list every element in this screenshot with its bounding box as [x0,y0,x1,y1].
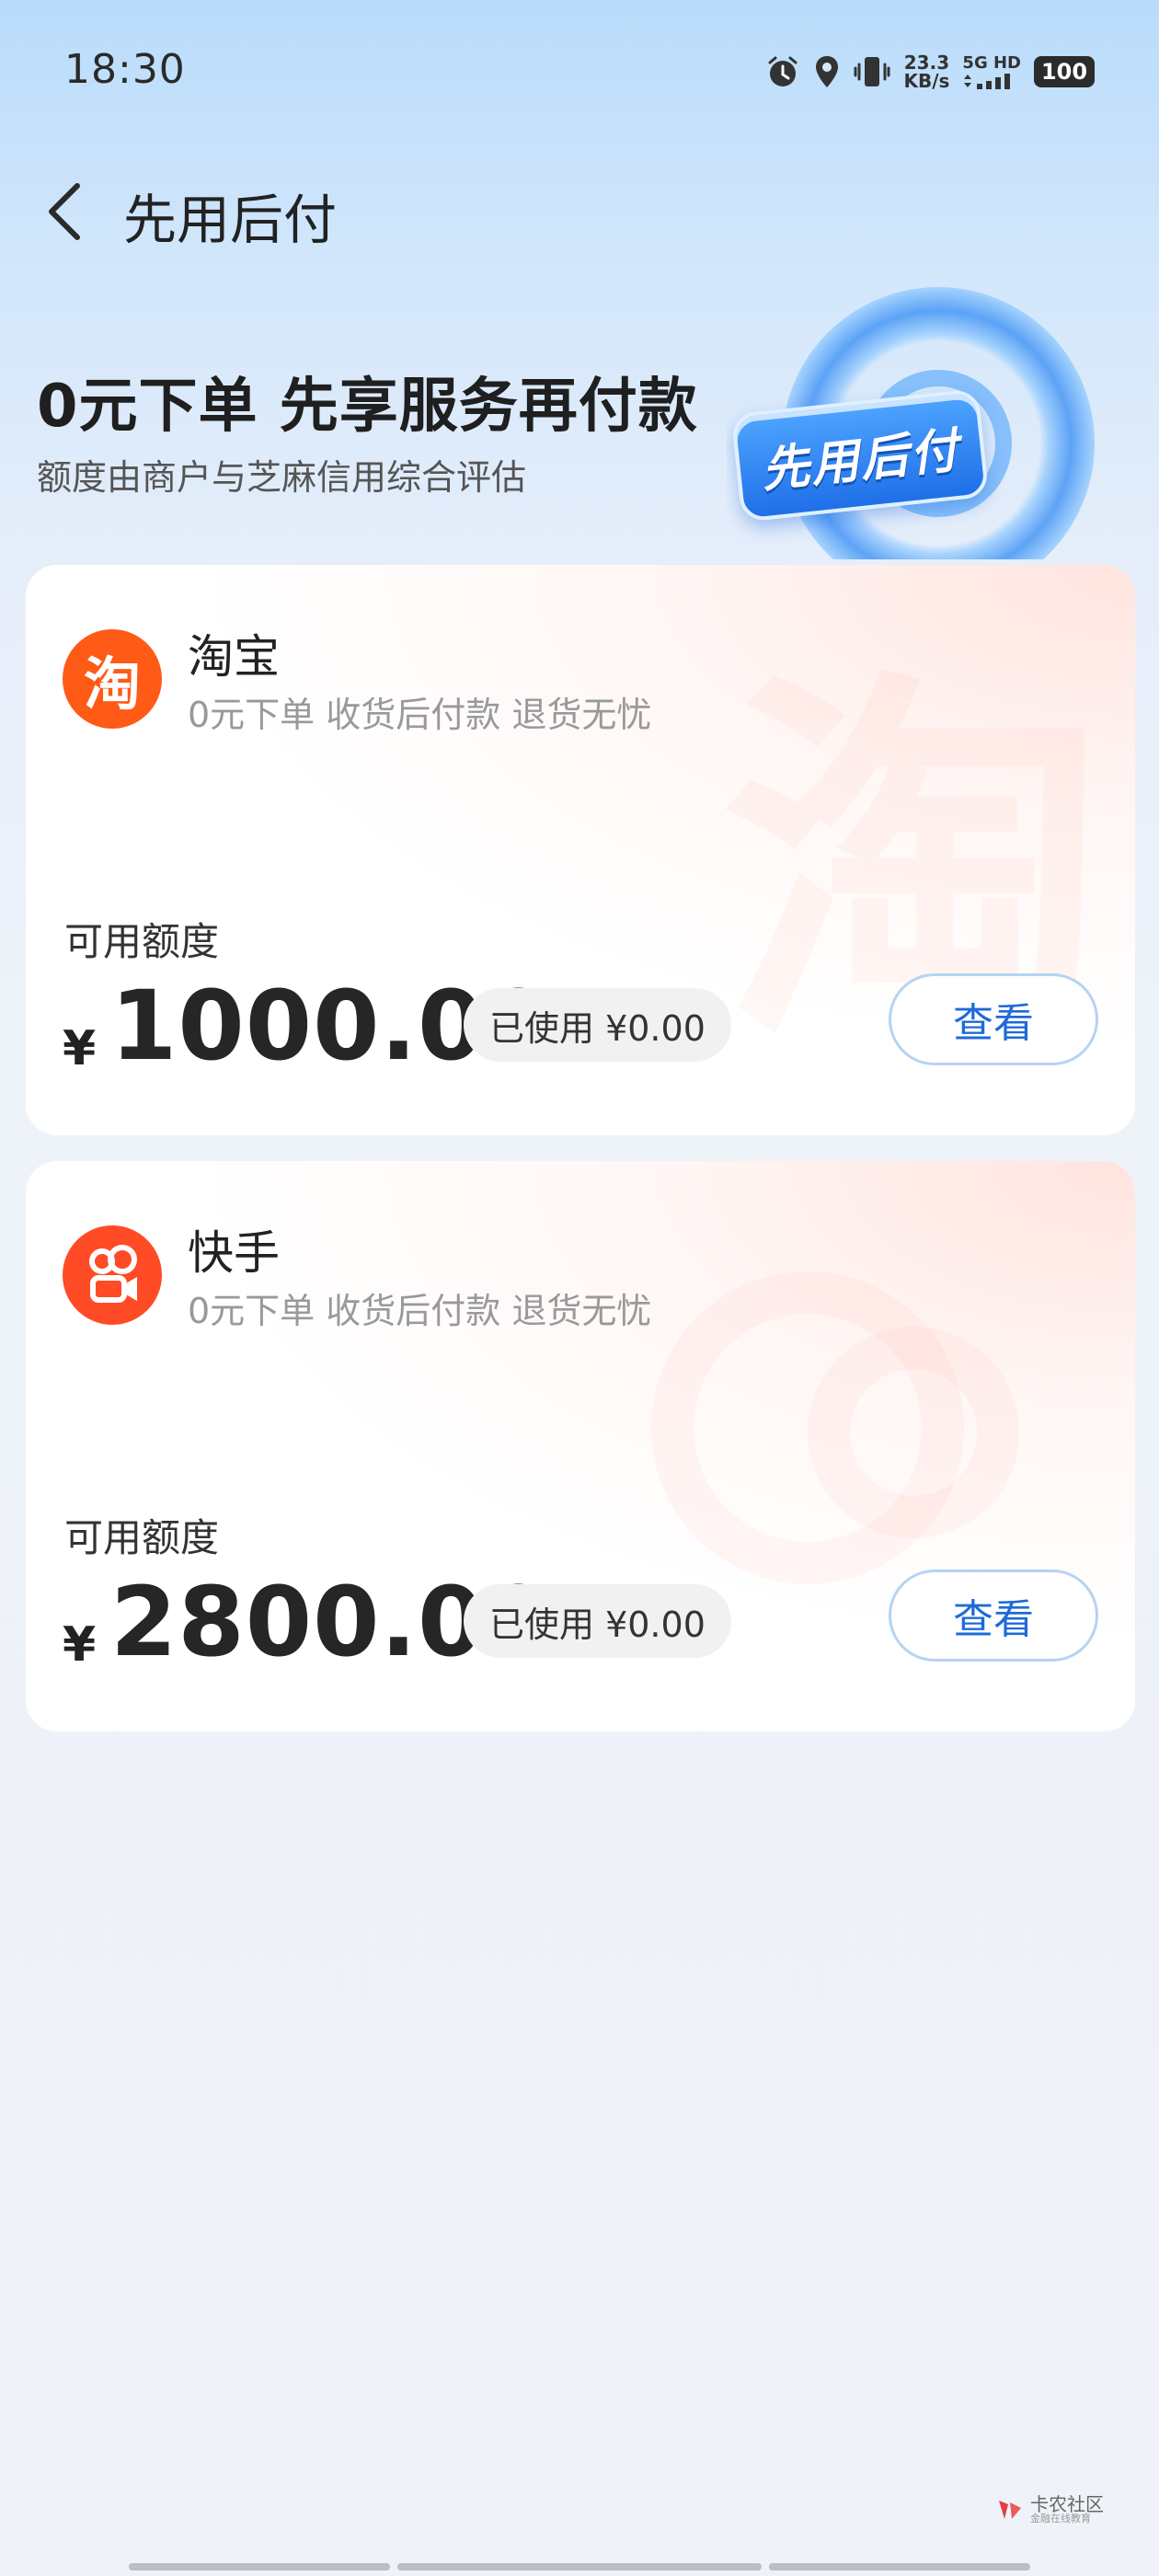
hero-badge-text: 先用后付 [759,422,963,499]
alarm-icon [765,54,800,89]
hero-subtitle: 额度由商户与芝麻信用综合评估 [37,457,527,498]
network-label: 5G HD [962,53,1021,73]
taobao-logo-glyph: 淘 [83,650,141,718]
currency-symbol: ¥ [63,1617,97,1673]
hero-illustration: 先用后付 [727,283,1113,559]
page-title: 先用后付 [123,189,338,251]
used-amount-pill: 已使用 ¥0.00 [464,988,731,1062]
kanong-logo-icon [999,2501,1021,2519]
taobao-logo: 淘 [63,629,162,729]
kuaishou-watermark-ring-small [808,1327,1019,1538]
merchant-card-kuaishou: 快手 0元下单 收货后付款 退货无忧 可用额度 ¥ 2800.00 已使用 ¥0… [26,1161,1135,1731]
home-indicator-center[interactable] [397,2563,762,2570]
used-amount-pill: 已使用 ¥0.00 [464,1584,731,1658]
merchant-name: 快手 [188,1226,280,1280]
location-icon [813,54,841,89]
view-button[interactable]: 查看 [889,1570,1098,1662]
net-speed: 23.3 KB/s [903,53,949,90]
currency-symbol: ¥ [63,1021,97,1076]
kuaishou-logo [63,1225,162,1325]
available-limit-label: 可用额度 [64,1515,220,1560]
home-indicator-right [769,2563,1030,2570]
kuaishou-logo-icon [89,1245,137,1303]
back-button[interactable] [37,175,92,248]
merchant-name: 淘宝 [188,630,280,684]
net-speed-unit: KB/s [903,70,950,92]
merchant-card-taobao: 淘 淘 淘宝 0元下单 收货后付款 退货无忧 可用额度 ¥ 1000.00 已使… [26,565,1135,1135]
view-button[interactable]: 查看 [889,973,1098,1065]
vibrate-icon [854,53,890,90]
chevron-left-icon [49,183,80,240]
merchant-description: 0元下单 收货后付款 退货无忧 [188,695,652,735]
status-icons: 23.3 KB/s 5G HD 100 [765,48,1095,96]
battery-indicator: 100 [1034,56,1095,87]
home-indicator-left [129,2563,390,2570]
hero-title: 0元下单 先享服务再付款 [37,373,698,441]
watermark-title: 卡农社区 [1030,2493,1104,2515]
footer-watermark: 卡农社区 金融在线教育 [995,2495,1104,2524]
status-bar: 18:30 23.3 KB/s 5G HD 100 [0,0,1159,138]
status-time: 18:30 [64,46,186,93]
merchant-description: 0元下单 收货后付款 退货无忧 [188,1291,652,1331]
signal-icon: 5G HD [962,54,1021,89]
available-limit-label: 可用额度 [64,919,220,964]
